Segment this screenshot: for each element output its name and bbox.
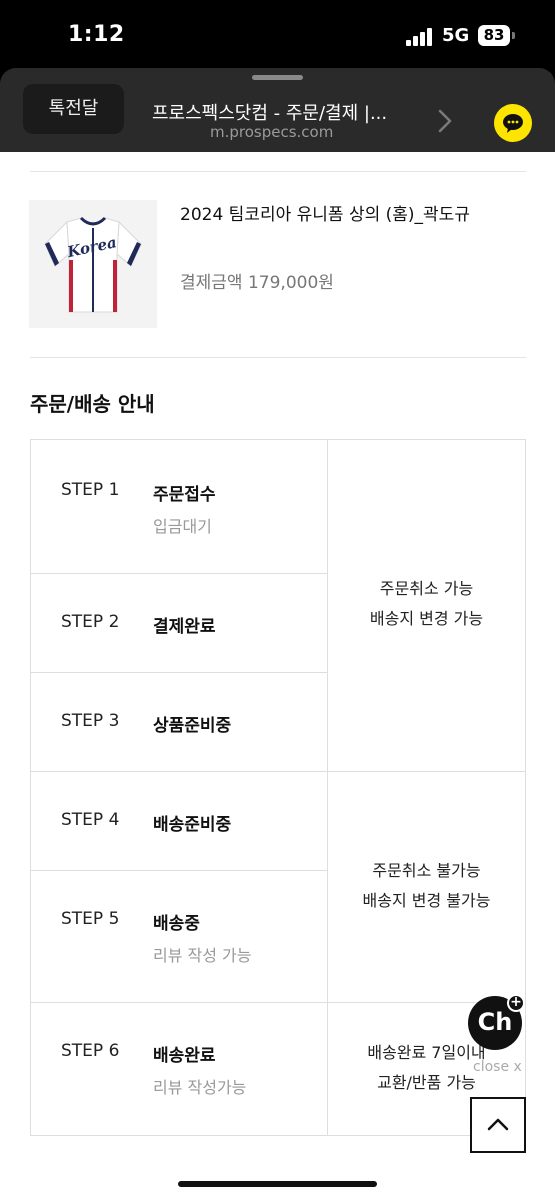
section-title: 주문/배송 안내	[30, 392, 155, 416]
step-name: 상품준비중	[153, 716, 232, 736]
status-time: 1:12	[68, 22, 125, 47]
info-group-2: 주문취소 불가능 배송지 변경 불가능	[328, 772, 525, 1003]
step-label: STEP 2	[61, 612, 120, 632]
step-name: 배송중	[153, 914, 200, 934]
plus-icon: +	[507, 994, 525, 1012]
step-sub: 입금대기	[153, 517, 212, 536]
step-row-6: STEP 6 배송완료 리뷰 작성가능	[31, 1003, 328, 1135]
signal-icon	[406, 28, 434, 46]
share-button[interactable]: 톡전달	[23, 84, 124, 134]
step-row-3: STEP 3 상품준비중	[31, 673, 328, 772]
step-label: STEP 1	[61, 480, 120, 500]
sheet-grabber[interactable]	[252, 75, 303, 80]
step-name: 주문접수	[153, 485, 216, 505]
product-price: 결제금액 179,000원	[180, 273, 334, 293]
step-label: STEP 5	[61, 909, 120, 929]
step-label: STEP 6	[61, 1041, 120, 1061]
info-line: 주문취소 불가능	[372, 861, 481, 880]
home-indicator	[178, 1181, 377, 1187]
step-sub: 리뷰 작성가능	[153, 1078, 247, 1097]
product-name[interactable]: 2024 팀코리아 유니폼 상의 (홈)_곽도규	[180, 202, 480, 229]
divider	[30, 357, 526, 358]
step-name: 배송완료	[153, 1046, 216, 1066]
step-label: STEP 4	[61, 810, 120, 830]
step-name: 결제완료	[153, 617, 216, 637]
step-row-1: STEP 1 주문접수 입금대기	[31, 440, 328, 574]
product-image[interactable]: Korea	[29, 200, 157, 328]
page-title: 프로스펙스닷컴 - 주문/결제 |...	[152, 103, 388, 124]
info-group-1: 주문취소 가능 배송지 변경 가능	[328, 440, 525, 772]
battery-icon: 83	[478, 25, 510, 46]
step-row-4: STEP 4 배송준비중	[31, 772, 328, 871]
scroll-top-button[interactable]	[470, 1097, 526, 1153]
page-url: m.prospecs.com	[210, 123, 334, 141]
divider	[30, 171, 526, 172]
network-type: 5G	[442, 25, 470, 46]
chevron-right-icon[interactable]	[437, 108, 453, 134]
chevron-up-icon	[487, 1118, 509, 1131]
kakao-talk-button[interactable]	[494, 104, 532, 142]
jersey-image: Korea	[29, 200, 157, 328]
close-channel-button[interactable]: close x	[473, 1059, 522, 1075]
step-row-5: STEP 5 배송중 리뷰 작성 가능	[31, 871, 328, 1003]
chat-bubble-icon	[503, 114, 523, 133]
battery-cap	[512, 32, 515, 39]
step-sub: 리뷰 작성 가능	[153, 946, 252, 965]
info-line: 주문취소 가능	[379, 579, 474, 598]
step-row-2: STEP 2 결제완료	[31, 574, 328, 673]
info-line: 배송지 변경 불가능	[362, 891, 491, 910]
info-line: 배송지 변경 가능	[369, 609, 484, 628]
browser-header: 톡전달 프로스펙스닷컴 - 주문/결제 |... m.prospecs.com	[0, 68, 555, 152]
order-steps-table: STEP 1 주문접수 입금대기 STEP 2 결제완료 STEP 3 상품준비…	[30, 439, 526, 1136]
step-name: 배송준비중	[153, 815, 232, 835]
status-bar: 1:12 5G 83 톡전달 프로스펙스닷컴 - 주문/결제 |... m.pr…	[0, 0, 555, 152]
step-label: STEP 3	[61, 711, 120, 731]
